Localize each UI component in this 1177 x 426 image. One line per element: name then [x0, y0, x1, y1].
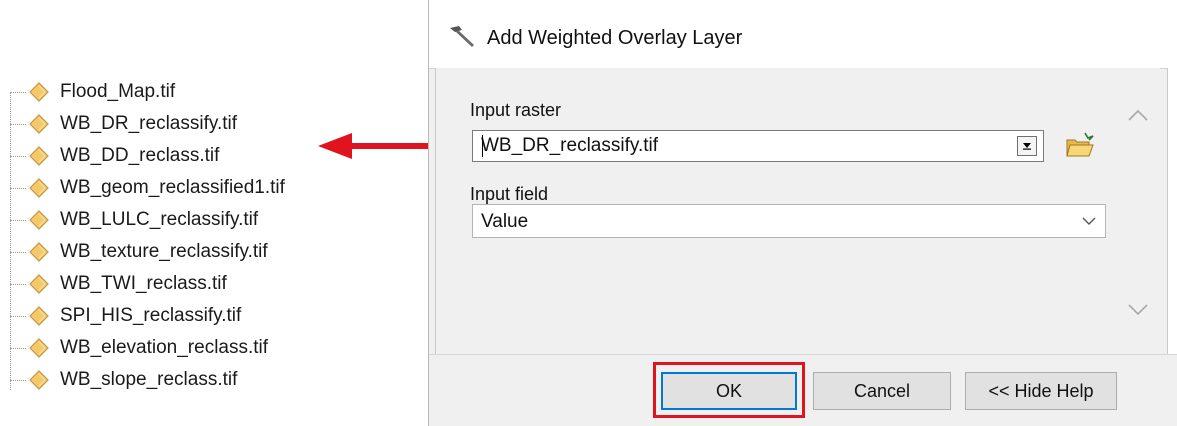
raster-layer-icon	[28, 337, 50, 359]
tree-branch-line	[10, 379, 26, 381]
browse-button[interactable]	[1062, 128, 1098, 164]
raster-layer-icon	[28, 273, 50, 295]
input-field-value: Value	[481, 211, 529, 232]
input-field-combobox[interactable]: Value	[472, 204, 1106, 238]
raster-layer-icon	[28, 209, 50, 231]
tree-item-label: WB_DR_reclassify.tif	[60, 113, 238, 134]
hide-help-button[interactable]: << Hide Help	[965, 372, 1117, 410]
tree-branch-line	[10, 347, 26, 349]
tree-item-label: WB_DD_reclass.tif	[60, 145, 220, 166]
input-field-label: Input field	[470, 184, 549, 204]
chevron-down-icon	[1082, 217, 1096, 225]
raster-layer-icon	[28, 81, 50, 103]
tree-item-wb-dd-reclass[interactable]: WB_DD_reclass.tif	[10, 142, 219, 170]
input-raster-value: WB_DR_reclassify.tif	[481, 135, 659, 156]
input-raster-dropdown-button[interactable]	[1017, 136, 1037, 156]
tree-branch-line	[10, 219, 26, 221]
tree-branch-line	[10, 187, 26, 189]
tree-item-label: WB_elevation_reclass.tif	[60, 337, 269, 358]
tree-item-label: WB_TWI_reclass.tif	[60, 273, 227, 294]
raster-layer-icon	[28, 241, 50, 263]
tree-item-wb-twi-reclass[interactable]: WB_TWI_reclass.tif	[10, 270, 227, 298]
scroll-down-icon[interactable]	[1126, 301, 1150, 319]
tree-branch-line	[10, 155, 26, 157]
tree-item-label: WB_slope_reclass.tif	[60, 369, 238, 390]
dropdown-arrow-icon	[1023, 143, 1031, 150]
tree-branch-line	[10, 283, 26, 285]
help-pane	[1167, 68, 1177, 354]
tree-branch-line	[10, 91, 26, 93]
add-weighted-overlay-layer-dialog: Add Weighted Overlay Layer Input raster …	[428, 0, 1177, 426]
tree-item-label: WB_geom_reclassified1.tif	[60, 177, 285, 198]
open-folder-icon	[1066, 132, 1094, 157]
tree-item-label: SPI_HIS_reclassify.tif	[60, 305, 242, 326]
footer-divider	[429, 354, 1177, 355]
dialog-parameters-panel: Input raster WB_DR_reclassify.tif Input …	[435, 68, 1160, 354]
raster-layer-icon	[28, 305, 50, 327]
tree-item-label: WB_texture_reclassify.tif	[60, 241, 268, 262]
tree-branch-line	[10, 251, 26, 253]
scroll-up-icon[interactable]	[1126, 106, 1150, 124]
cancel-button[interactable]: Cancel	[813, 372, 951, 410]
raster-layer-icon	[28, 177, 50, 199]
input-raster-label: Input raster	[470, 100, 562, 120]
tree-item-wb-elevation-reclass[interactable]: WB_elevation_reclass.tif	[10, 334, 268, 362]
dialog-titlebar[interactable]: Add Weighted Overlay Layer	[429, 0, 1177, 69]
tree-branch-line	[10, 123, 26, 125]
tree-item-wb-texture-reclassify[interactable]: WB_texture_reclassify.tif	[10, 238, 268, 266]
raster-layer-icon	[28, 369, 50, 391]
tree-item-label: WB_LULC_reclassify.tif	[60, 209, 259, 230]
tree-item-label: Flood_Map.tif	[60, 81, 176, 102]
tree-item-spi-his-reclassify[interactable]: SPI_HIS_reclassify.tif	[10, 302, 241, 330]
hammer-icon	[450, 26, 474, 47]
dialog-title: Add Weighted Overlay Layer	[487, 27, 743, 49]
input-raster-combobox[interactable]: WB_DR_reclassify.tif	[472, 130, 1044, 162]
tree-branch-line	[10, 315, 26, 317]
text-cursor	[482, 135, 483, 157]
tree-item-wb-dr-reclassify[interactable]: WB_DR_reclassify.tif	[10, 110, 237, 138]
tree-item-wb-lulc-reclassify[interactable]: WB_LULC_reclassify.tif	[10, 206, 258, 234]
tree-item-wb-slope-reclass[interactable]: WB_slope_reclass.tif	[10, 366, 237, 394]
raster-layer-icon	[28, 113, 50, 135]
ok-button[interactable]: OK	[661, 372, 797, 410]
tree-item-wb-geom-reclassified1[interactable]: WB_geom_reclassified1.tif	[10, 174, 285, 202]
layer-tree: Flood_Map.tif WB_DR_reclassify.tif WB_DD…	[0, 0, 420, 426]
tree-item-flood-map[interactable]: Flood_Map.tif	[10, 78, 175, 106]
raster-layer-icon	[28, 145, 50, 167]
